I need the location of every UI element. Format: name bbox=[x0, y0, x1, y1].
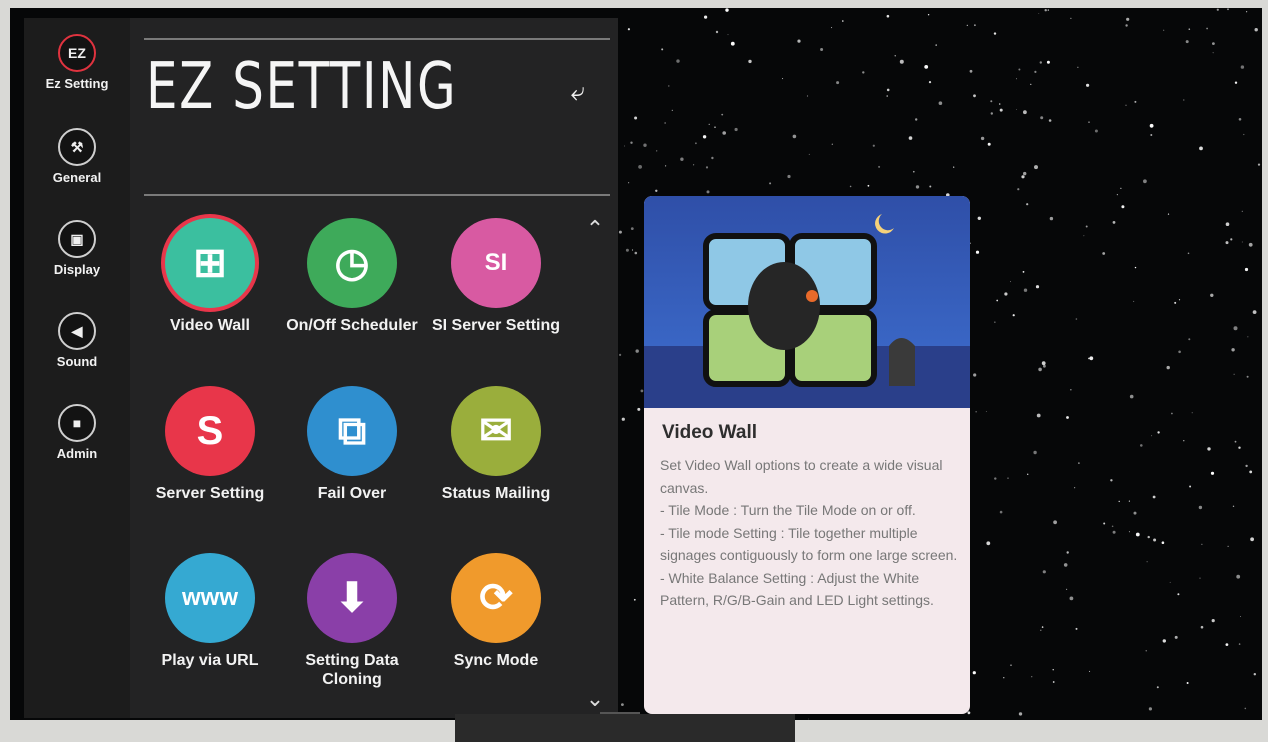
tile-on-off-scheduler[interactable]: ◷ On/Off Scheduler bbox=[282, 218, 422, 335]
info-title: Video Wall bbox=[662, 422, 758, 443]
www-icon: www bbox=[165, 553, 255, 643]
rail-item-display[interactable]: ▣ Display bbox=[24, 220, 130, 277]
rail-item-label: General bbox=[52, 170, 102, 185]
tile-sync-mode[interactable]: ⟳ Sync Mode bbox=[426, 553, 566, 670]
category-rail: EZ Ez Setting ⚒ General ▣ Display ◀ Sound ■ Admin bbox=[24, 18, 130, 718]
ez-setting-panel: EZ SETTING ⤶ ⌃ ⌄ ⊞ Video Wall ◷ On/Off Sche… bbox=[130, 18, 618, 718]
tile-setting-data-cloning[interactable]: ⬇ Setting Data Cloning bbox=[282, 553, 422, 689]
speaker-icon: ◀ bbox=[58, 312, 96, 350]
info-line: - Tile mode Setting : Tile together mult… bbox=[660, 524, 958, 564]
monitor-icon: ▣ bbox=[58, 220, 96, 258]
tile-label: Fail Over bbox=[317, 485, 387, 502]
top-divider bbox=[144, 38, 610, 40]
server-icon: S bbox=[165, 386, 255, 476]
si-server-icon: SI bbox=[451, 218, 541, 308]
tile-status-mailing[interactable]: ✉ Status Mailing bbox=[426, 386, 566, 503]
rail-item-label: Admin bbox=[56, 446, 98, 461]
wrench-gear-icon: ⚒ bbox=[58, 128, 96, 166]
info-line: - Tile Mode : Turn the Tile Mode on or o… bbox=[660, 502, 916, 518]
rail-item-admin[interactable]: ■ Admin bbox=[24, 404, 130, 461]
info-description: Set Video Wall options to create a wide … bbox=[660, 454, 960, 612]
info-line: - White Balance Setting : Adjust the Whi… bbox=[660, 569, 934, 609]
info-card: Video Wall Set Video Wall options to cre… bbox=[644, 196, 970, 714]
video-wall-illustration bbox=[644, 196, 970, 408]
tile-label: Setting Data Cloning bbox=[305, 652, 399, 688]
back-arrow-icon: ⤶ bbox=[570, 76, 586, 106]
video-wall-icon: ⊞ bbox=[165, 218, 255, 308]
tile-label: Sync Mode bbox=[453, 652, 539, 669]
back-button[interactable]: ⤶ bbox=[560, 74, 596, 110]
tile-label: Play via URL bbox=[161, 652, 259, 669]
mail-icon: ✉ bbox=[451, 386, 541, 476]
tile-label: Server Setting bbox=[155, 485, 265, 502]
rail-item-label: Sound bbox=[56, 354, 98, 369]
rail-item-general[interactable]: ⚒ General bbox=[24, 128, 130, 185]
chevron-up-icon: ⌃ bbox=[585, 216, 605, 241]
rail-item-label: Ez Setting bbox=[45, 76, 109, 91]
page-title: EZ SETTING bbox=[146, 50, 458, 124]
tile-fail-over[interactable]: ⧉ Fail Over bbox=[282, 386, 422, 503]
tile-video-wall[interactable]: ⊞ Video Wall bbox=[140, 218, 280, 335]
tile-si-server-setting[interactable]: SI SI Server Setting bbox=[426, 218, 566, 335]
fail-over-icon: ⧉ bbox=[307, 386, 397, 476]
scheduler-icon: ◷ bbox=[307, 218, 397, 308]
lock-icon: ■ bbox=[58, 404, 96, 442]
tile-label: Status Mailing bbox=[441, 485, 551, 502]
scroll-down-button[interactable]: ⌄ bbox=[582, 686, 608, 711]
ez-icon: EZ bbox=[58, 34, 96, 72]
info-line: Set Video Wall options to create a wide … bbox=[660, 457, 943, 496]
sync-icon: ⟳ bbox=[451, 553, 541, 643]
tv-screen: EZ Ez Setting ⚒ General ▣ Display ◀ Sound ■ Admin… bbox=[10, 8, 1262, 720]
rail-item-ez-setting[interactable]: EZ Ez Setting bbox=[24, 34, 130, 91]
cloning-icon: ⬇ bbox=[307, 553, 397, 643]
tile-label: SI Server Setting bbox=[431, 317, 561, 334]
tv-stand bbox=[455, 714, 795, 742]
tile-label: Video Wall bbox=[169, 317, 250, 334]
scroll-up-button[interactable]: ⌃ bbox=[582, 216, 608, 241]
tile-play-via-url[interactable]: www Play via URL bbox=[140, 553, 280, 670]
chevron-down-icon: ⌄ bbox=[585, 686, 605, 711]
tile-server-setting[interactable]: S Server Setting bbox=[140, 386, 280, 503]
tile-label: On/Off Scheduler bbox=[286, 317, 418, 334]
rail-item-label: Display bbox=[53, 262, 101, 277]
header-divider bbox=[144, 194, 610, 196]
rail-item-sound[interactable]: ◀ Sound bbox=[24, 312, 130, 369]
